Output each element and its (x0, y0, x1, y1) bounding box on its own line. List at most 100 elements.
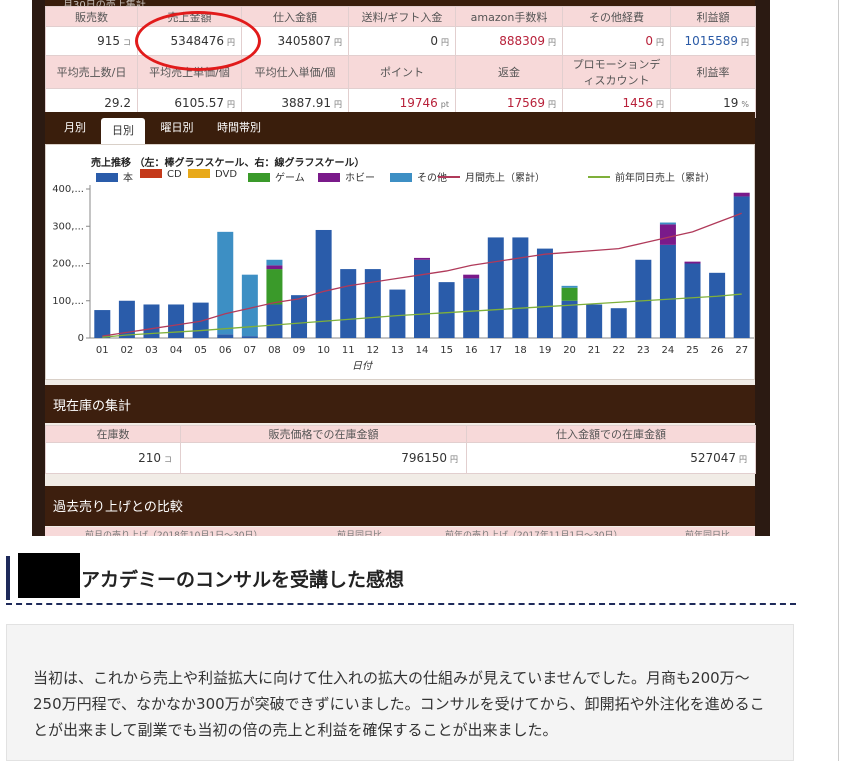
x-tick-label: 10 (317, 345, 330, 356)
x-tick-label: 19 (539, 345, 552, 356)
bar-segment (463, 278, 480, 338)
comparison-section-title: 過去売り上げとの比較 (53, 500, 183, 515)
stats-row1-value-4: 0円 (348, 26, 456, 56)
inventory-header-row: 在庫数 販売価格での在庫金額 仕入金額での在庫金額 (45, 425, 756, 443)
bar-segment (561, 287, 578, 301)
stats-row1-value-6: 0円 (562, 26, 671, 56)
red-highlight-circle (135, 11, 261, 71)
bar-segment (364, 269, 381, 338)
bar-segment (192, 302, 209, 338)
inventory-value-2: 796150 円 (180, 442, 467, 474)
bar-segment (684, 261, 701, 264)
x-tick-label: 25 (686, 345, 699, 356)
y-tick-label: 300,... (52, 221, 84, 232)
bar-segment (266, 304, 283, 338)
tab-hourly[interactable]: 時間帯別 (209, 112, 269, 144)
x-tick-label: 05 (194, 345, 207, 356)
comparison-header-prev-month: 前月の売り上げ（2018年10月1日〜30日） (85, 531, 263, 536)
x-tick-label: 08 (268, 345, 281, 356)
comparison-header-prev-month-ratio: 前月同日比 (337, 531, 383, 536)
stats-row2-header-3: 平均仕入単価/個 (241, 55, 349, 89)
period-tab-bar: 月別 日別 曜日別 時間帯別 (45, 112, 755, 144)
bar-segment (733, 196, 750, 338)
x-tick-label: 15 (440, 345, 453, 356)
stats-row2-header-6: プロモーションディスカウント (562, 55, 671, 89)
heading-text: アカデミーのコンサルを受講した感想 (81, 569, 405, 591)
bar-segment (266, 269, 283, 305)
bar-segment (635, 259, 652, 338)
bar-segment (586, 304, 603, 338)
tab-daily[interactable]: 日別 (101, 118, 145, 144)
y-tick-label: 200,... (52, 259, 84, 270)
bar-segment (340, 269, 357, 338)
y-tick-label: 0 (78, 333, 84, 344)
section-heading: アカデミーのコンサルを受講した感想 (6, 553, 796, 605)
bar-segment (733, 192, 750, 197)
inventory-table: 在庫数 販売価格での在庫金額 仕入金額での在庫金額 210 コ 796150 円 52704… (45, 425, 756, 474)
x-tick-label: 22 (612, 345, 625, 356)
sales-dashboard-screenshot: 月30日の売上集計 販売数 売上金額 仕入金額 送料/ギフト入金 amazon手数料 その… (32, 0, 770, 536)
stats-row1-value-1: 915 コ (45, 26, 138, 56)
bar-segment (438, 282, 455, 338)
inventory-header-2: 販売価格での在庫金額 (180, 425, 467, 443)
stats-row1-header-6: その他経費 (562, 6, 671, 27)
inventory-header-3: 仕入金額での在庫金額 (466, 425, 756, 443)
redacted-name-block (18, 553, 80, 598)
bar-segment (217, 334, 234, 338)
tab-monthly[interactable]: 月別 (57, 112, 93, 144)
x-tick-label: 17 (489, 345, 502, 356)
inventory-value-1: 210 コ (45, 442, 181, 474)
stats-row2-header-4: ポイント (348, 55, 456, 89)
comparison-header-prev-year: 前年の売り上げ（2017年11月1日〜30日） (445, 531, 623, 536)
y-tick-label: 100,... (52, 296, 84, 307)
inventory-section-title: 現在庫の集計 (53, 399, 132, 414)
bar-segment (487, 237, 504, 338)
heading-accent-bar (6, 556, 10, 600)
x-tick-label: 06 (219, 345, 232, 356)
bar-segment (684, 263, 701, 338)
bar-segment (94, 310, 111, 338)
stats-row1-value-5: 888309 円 (455, 26, 563, 56)
stats-row1-header-3: 仕入金額 (241, 6, 349, 27)
stats-row2-header-5: 返金 (455, 55, 563, 89)
x-tick-label: 01 (96, 345, 109, 356)
x-axis-label: 日付 (352, 360, 374, 372)
bar-segment (291, 295, 308, 338)
dashboard-panel: 月30日の売上集計 販売数 売上金額 仕入金額 送料/ギフト入金 amazon手数料 その… (45, 0, 756, 536)
chart-plot: 0 100,... 200,... 300,... 400,... 01 02 03 04 05 0… (52, 184, 754, 372)
y-tick-label: 400,... (52, 184, 84, 195)
stats-row1-header-4: 送料/ギフト入金 (348, 6, 456, 27)
x-tick-label: 18 (514, 345, 527, 356)
stats-row1-header-1: 販売数 (45, 6, 138, 27)
bar-segment (536, 248, 553, 338)
x-tick-label: 11 (342, 345, 355, 356)
bar-segment (659, 224, 676, 245)
bar-segment (561, 285, 578, 288)
testimonial-paragraph: 当初は、これから売上や利益拡大に向けて仕入れの拡大の仕組みが見えていませんでした… (33, 669, 765, 739)
testimonial-box: 当初は、これから売上や利益拡大に向けて仕入れの拡大の仕組みが見えていませんでした… (6, 624, 794, 761)
x-tick-label: 13 (391, 345, 404, 356)
stats-row1-header-7: 利益額 (670, 6, 756, 27)
inventory-value-row: 210 コ 796150 円 527047 円 (45, 442, 756, 474)
bar-segment (463, 274, 480, 279)
bar-segment (266, 265, 283, 270)
stats-row1-value-7: 1015589 円 (670, 26, 756, 56)
bar-segment (610, 308, 627, 338)
bar-segment (709, 272, 726, 338)
x-tick-label: 16 (465, 345, 478, 356)
comparison-header-prev-year-ratio: 前年同日比 (685, 531, 731, 536)
bar-segment (217, 231, 234, 335)
x-tick-label: 09 (293, 345, 306, 356)
bar-segment (659, 244, 676, 338)
tab-weekday[interactable]: 曜日別 (153, 112, 201, 144)
stats-row1-header-5: amazon手数料 (455, 6, 563, 27)
x-tick-label: 14 (416, 345, 429, 356)
bar-segment (512, 237, 529, 338)
bar-segment (266, 259, 283, 266)
x-tick-label: 04 (170, 345, 183, 356)
x-tick-label: 02 (121, 345, 134, 356)
x-tick-label: 03 (145, 345, 158, 356)
x-tick-label: 23 (637, 345, 650, 356)
bar-segment (241, 336, 258, 338)
bar-segment (389, 289, 406, 338)
